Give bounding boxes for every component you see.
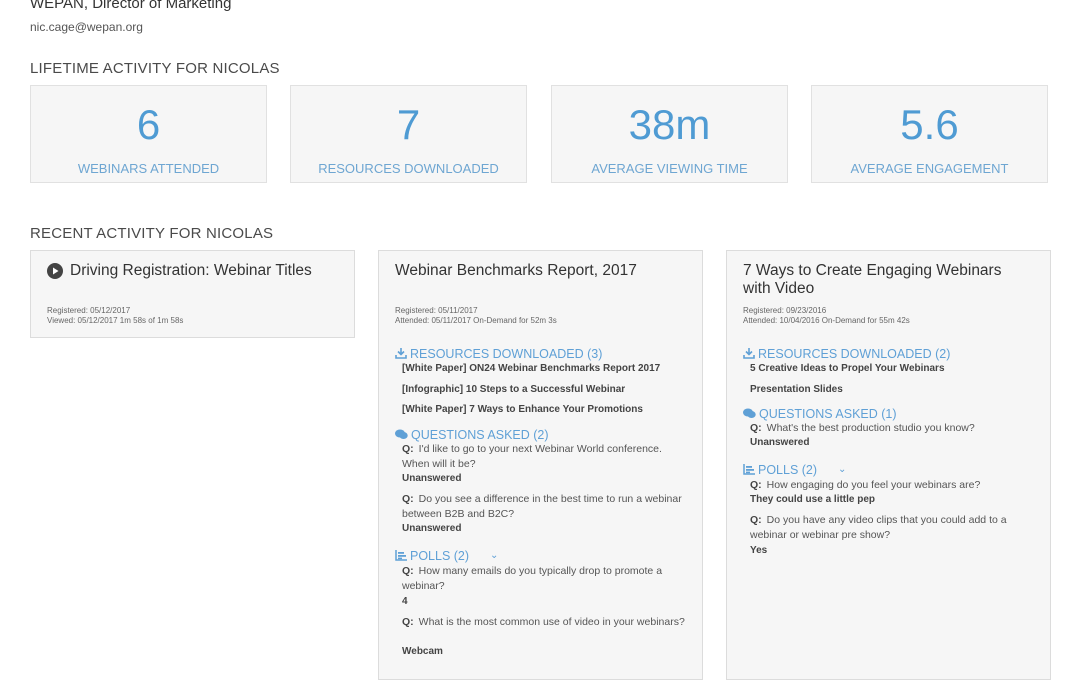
resource-item[interactable]: [White Paper] 7 Ways to Enhance Your Pro… xyxy=(402,404,643,415)
activity-title[interactable]: 7 Ways to Create Engaging Webinars with … xyxy=(743,262,1028,298)
viewed-info: Viewed: 05/12/2017 1m 58s of 1m 58s xyxy=(47,316,184,325)
registered-date: Registered: 05/11/2017 xyxy=(395,306,478,315)
questions-asked-heading[interactable]: QUESTIONS ASKED (1) xyxy=(743,407,897,422)
question-text: Q: I'd like to go to your next Webinar Wo… xyxy=(402,443,662,470)
stat-label: AVERAGE ENGAGEMENT xyxy=(850,161,1009,176)
bar-chart-icon xyxy=(743,463,755,478)
recent-activity-heading: RECENT ACTIVITY FOR NICOLAS xyxy=(30,225,274,242)
question-text: Q: What's the best production studio you … xyxy=(750,422,975,434)
stat-card-average-viewing-time: 38m AVERAGE VIEWING TIME xyxy=(551,85,788,183)
attended-info: Attended: 10/04/2016 On-Demand for 55m 4… xyxy=(743,316,910,325)
question-answer: Unanswered xyxy=(750,437,810,448)
resources-heading-label: RESOURCES DOWNLOADED (3) xyxy=(410,347,603,361)
stat-value: 7 xyxy=(396,101,421,148)
play-circle-icon[interactable] xyxy=(47,263,63,284)
polls-heading[interactable]: POLLS (2) xyxy=(395,549,469,564)
activity-title[interactable]: Driving Registration: Webinar Titles xyxy=(70,262,312,280)
poll-answer: Yes xyxy=(750,545,768,556)
download-icon xyxy=(395,347,407,362)
polls-heading[interactable]: POLLS (2) xyxy=(743,463,817,478)
resources-downloaded-heading[interactable]: RESOURCES DOWNLOADED (3) xyxy=(395,347,602,362)
chevron-down-icon[interactable]: ⌄ xyxy=(490,550,498,561)
activity-card-driving-registration[interactable]: Driving Registration: Webinar Titles Reg… xyxy=(30,250,355,338)
polls-heading-label: POLLS (2) xyxy=(758,463,818,477)
poll-answer: 4 xyxy=(402,596,408,607)
poll-answer: They could use a little pep xyxy=(750,494,876,505)
resources-downloaded-heading[interactable]: RESOURCES DOWNLOADED (2) xyxy=(743,347,950,362)
stat-card-webinars-attended: 6 WEBINARS ATTENDED xyxy=(30,85,267,183)
lifetime-activity-heading: LIFETIME ACTIVITY FOR NICOLAS xyxy=(30,60,280,77)
chat-bubbles-icon xyxy=(395,429,408,443)
resource-item[interactable]: Presentation Slides xyxy=(750,384,843,395)
chat-bubbles-icon xyxy=(743,408,756,422)
chevron-down-icon[interactable]: ⌄ xyxy=(838,464,846,475)
activity-card-engaging-webinars-video: 7 Ways to Create Engaging Webinars with … xyxy=(726,250,1051,680)
questions-asked-heading[interactable]: QUESTIONS ASKED (2) xyxy=(395,428,549,443)
resources-heading-label: RESOURCES DOWNLOADED (2) xyxy=(758,347,951,361)
contact-org-title: WEPAN, Director of Marketing xyxy=(30,0,232,12)
registered-date: Registered: 09/23/2016 xyxy=(743,306,827,315)
poll-answer: Webcam xyxy=(402,646,443,657)
activity-card-benchmarks-report: Webinar Benchmarks Report, 2017 Register… xyxy=(378,250,703,680)
poll-question-text: Q: Do you have any video clips that you c… xyxy=(750,514,1007,541)
questions-heading-label: QUESTIONS ASKED (1) xyxy=(759,407,897,421)
poll-question-text: Q: How engaging do you feel your webinars… xyxy=(750,479,981,491)
stat-value: 38m xyxy=(628,101,711,148)
contact-email: nic.cage@wepan.org xyxy=(30,20,143,34)
download-icon xyxy=(743,347,755,362)
question-text: Q: Do you see a difference in the best ti… xyxy=(402,493,682,520)
stat-label: WEBINARS ATTENDED xyxy=(77,161,220,176)
stat-value: 6 xyxy=(136,101,161,148)
stat-card-resources-downloaded: 7 RESOURCES DOWNLOADED xyxy=(290,85,527,183)
question-answer: Unanswered xyxy=(402,523,462,534)
poll-question-text: Q: How many emails do you typically drop … xyxy=(402,565,663,592)
resource-item[interactable]: 5 Creative Ideas to Propel Your Webinars xyxy=(750,363,945,374)
stat-label: AVERAGE VIEWING TIME xyxy=(591,161,748,176)
bar-chart-icon xyxy=(395,549,407,564)
question-answer: Unanswered xyxy=(402,473,462,484)
polls-heading-label: POLLS (2) xyxy=(410,549,470,563)
resource-item[interactable]: [White Paper] ON24 Webinar Benchmarks Re… xyxy=(402,363,660,374)
resource-item[interactable]: [Infographic] 10 Steps to a Successful W… xyxy=(402,384,625,395)
stat-value: 5.6 xyxy=(900,101,959,148)
stat-card-average-engagement: 5.6 AVERAGE ENGAGEMENT xyxy=(811,85,1048,183)
activity-title[interactable]: Webinar Benchmarks Report, 2017 xyxy=(395,262,695,280)
poll-question-text: Q: What is the most common use of video i… xyxy=(402,616,685,628)
registered-date: Registered: 05/12/2017 xyxy=(47,306,131,315)
stat-label: RESOURCES DOWNLOADED xyxy=(318,161,499,176)
attended-info: Attended: 05/11/2017 On-Demand for 52m 3… xyxy=(395,316,557,325)
questions-heading-label: QUESTIONS ASKED (2) xyxy=(411,428,549,442)
